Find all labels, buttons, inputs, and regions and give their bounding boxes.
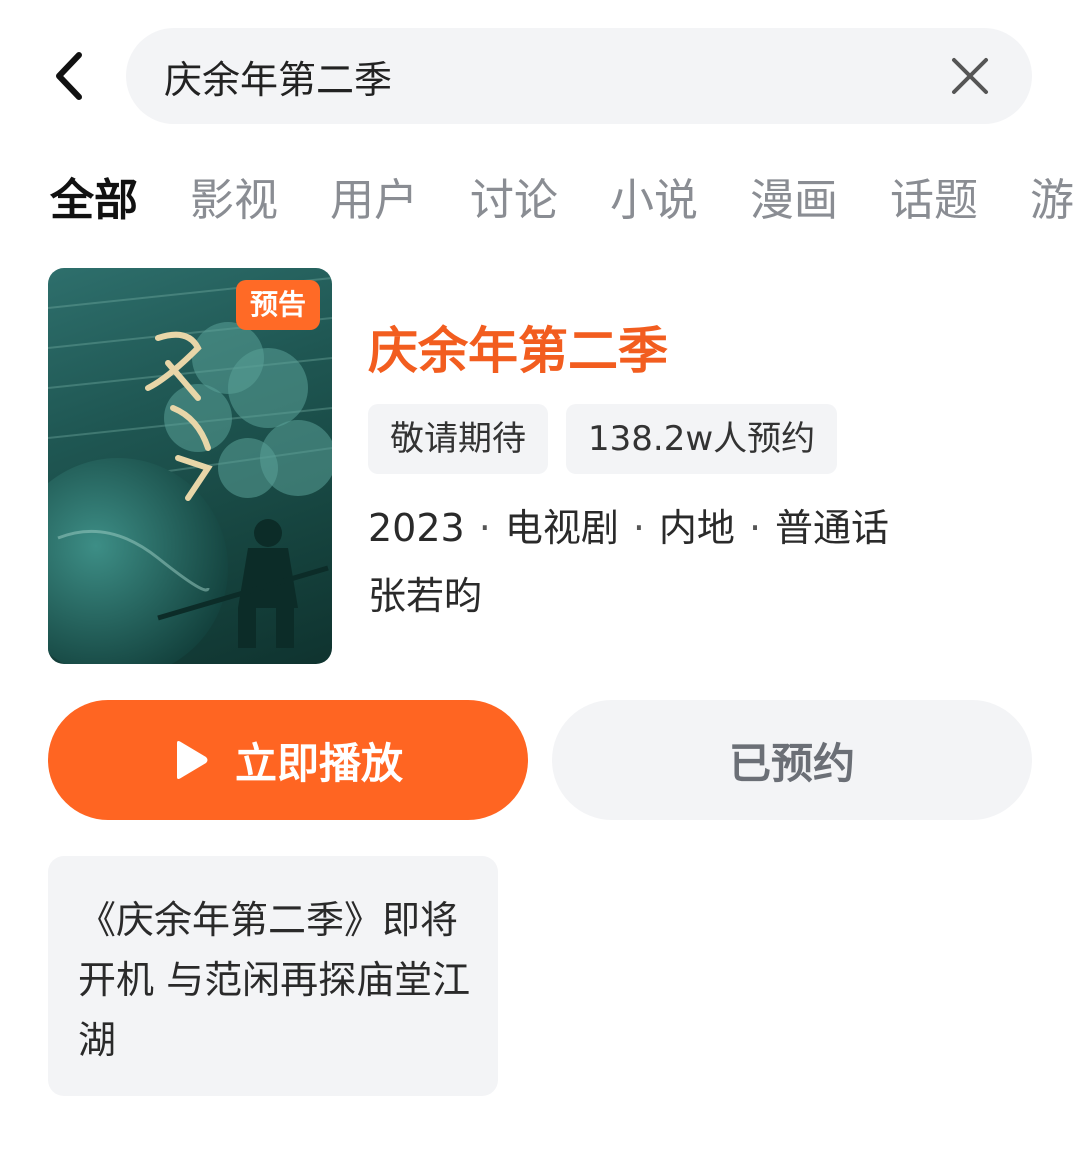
news-headline: 《庆余年第二季》即将开机 与范闲再探庙堂江湖 (78, 898, 471, 1062)
search-results-page: 全部 影视 用户 讨论 小说 漫画 话题 游 (0, 0, 1080, 1154)
meta-separator: · (478, 506, 491, 550)
news-card[interactable]: 《庆余年第二季》即将开机 与范闲再探庙堂江湖 (48, 856, 498, 1096)
drama-actor[interactable]: 张若昀 (368, 568, 482, 624)
tab-comics[interactable]: 漫画 (750, 168, 838, 234)
tab-games[interactable]: 游 (1030, 168, 1074, 234)
play-now-button[interactable]: 立即播放 (48, 700, 528, 820)
meta-separator: · (748, 506, 762, 550)
search-bar (126, 28, 1032, 124)
clear-search-button[interactable] (948, 54, 992, 98)
meta-region: 内地 (658, 506, 735, 550)
play-icon (176, 741, 208, 779)
category-tabs: 全部 影视 用户 讨论 小说 漫画 话题 游 (50, 168, 1080, 234)
close-icon (952, 58, 988, 94)
drama-poster[interactable]: 预告 (48, 268, 332, 664)
search-input[interactable] (164, 54, 924, 98)
tab-topics[interactable]: 话题 (890, 168, 978, 234)
reserved-label: 已预约 (728, 738, 855, 788)
drama-meta: 2023 · 电视剧 · 内地 · 普通话 (368, 500, 889, 556)
meta-separator: · (632, 506, 645, 550)
reservation-count-tag: 138.2w人预约 (566, 404, 838, 474)
tab-novels[interactable]: 小说 (610, 168, 698, 234)
tab-film-tv[interactable]: 影视 (190, 168, 278, 234)
back-button[interactable] (40, 46, 96, 106)
meta-year: 2023 (368, 506, 465, 550)
meta-language: 普通话 (775, 506, 890, 550)
tab-users[interactable]: 用户 (330, 168, 418, 234)
tab-discussion[interactable]: 讨论 (470, 168, 558, 234)
drama-title[interactable]: 庆余年第二季 (368, 318, 668, 384)
reserved-button[interactable]: 已预约 (552, 700, 1032, 820)
meta-type: 电视剧 (504, 506, 619, 550)
play-now-label: 立即播放 (234, 738, 403, 788)
chevron-left-icon (56, 52, 82, 100)
status-tag: 敬请期待 (368, 404, 548, 474)
tab-all[interactable]: 全部 (50, 168, 138, 234)
trailer-badge: 预告 (235, 280, 320, 330)
